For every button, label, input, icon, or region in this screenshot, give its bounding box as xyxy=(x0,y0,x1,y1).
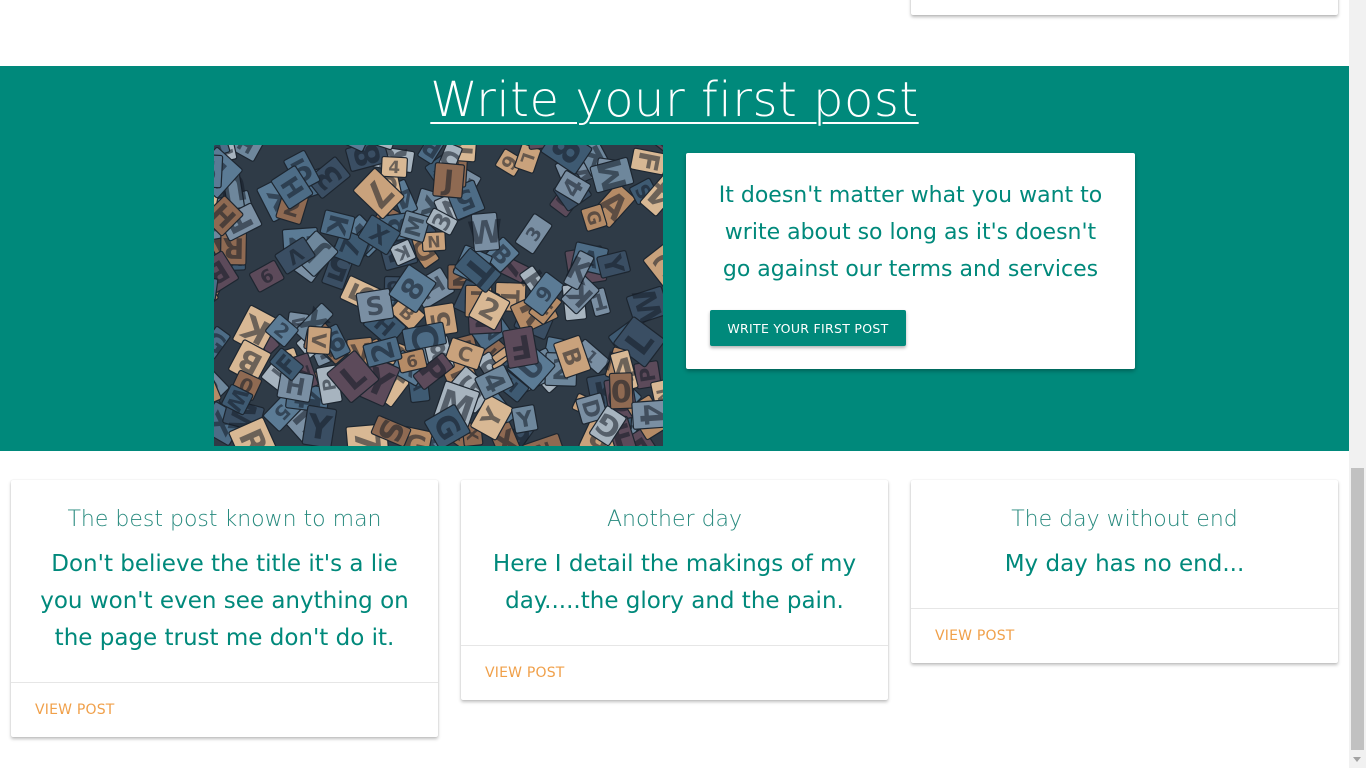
write-first-post-card: It doesn't matter what you want to write… xyxy=(686,153,1135,369)
post-title: The best post known to man xyxy=(67,507,382,532)
svg-text:4: 4 xyxy=(388,157,401,178)
scroll-down-arrow-icon[interactable] xyxy=(1349,751,1366,768)
post-card: The day without end My day has no end...… xyxy=(911,480,1338,663)
post-excerpt: Don't believe the title it's a lie you w… xyxy=(40,551,409,651)
svg-text:N: N xyxy=(427,232,441,252)
svg-text:V: V xyxy=(306,332,330,350)
post-card: The best post known to man Don't believe… xyxy=(11,480,438,737)
view-post-link[interactable]: VIEW POST xyxy=(485,665,565,681)
page: Write your first post LH7WF56FXUW4X6CHA8… xyxy=(0,0,1366,768)
svg-text:4: 4 xyxy=(631,402,663,427)
letterpress-type-picture: LH7WF56FXUW4X6CHA8B79P19TF1H76WSCEVARP19… xyxy=(214,145,663,446)
post-card-actions: VIEW POST xyxy=(461,646,888,700)
post-card: Another day Here I detail the makings of… xyxy=(461,480,888,700)
view-post-link[interactable]: VIEW POST xyxy=(935,628,1015,644)
write-first-post-button[interactable]: WRITE YOUR FIRST POST xyxy=(710,310,906,346)
post-card-content: The day without end My day has no end... xyxy=(911,480,1338,609)
write-first-post-description: It doesn't matter what you want to write… xyxy=(718,183,1103,282)
post-card-content: The best post known to man Don't believe… xyxy=(11,480,438,683)
scrollbar-thumb[interactable] xyxy=(1351,468,1364,750)
svg-text:0: 0 xyxy=(610,372,632,408)
write-first-post-title-link[interactable]: Write your first post xyxy=(430,72,918,128)
post-card-actions: VIEW POST xyxy=(911,609,1338,663)
section-title: Write your first post xyxy=(0,70,1349,130)
previous-post-card-edge xyxy=(911,0,1338,15)
view-post-link[interactable]: VIEW POST xyxy=(35,702,115,718)
post-excerpt: Here I detail the makings of my day.....… xyxy=(492,551,857,614)
post-title: Another day xyxy=(606,507,743,532)
post-excerpt: My day has no end... xyxy=(1004,551,1245,577)
post-card-actions: VIEW POST xyxy=(11,683,438,737)
letterpress-type-image: LH7WF56FXUW4X6CHA8B79P19TF1H76WSCEVARP19… xyxy=(214,145,663,446)
vertical-scrollbar[interactable] xyxy=(1349,0,1366,768)
post-title: The day without end xyxy=(1011,507,1238,532)
write-first-post-section: Write your first post LH7WF56FXUW4X6CHA8… xyxy=(0,66,1349,451)
post-card-content: Another day Here I detail the makings of… xyxy=(461,480,888,646)
svg-text:W: W xyxy=(466,213,504,253)
